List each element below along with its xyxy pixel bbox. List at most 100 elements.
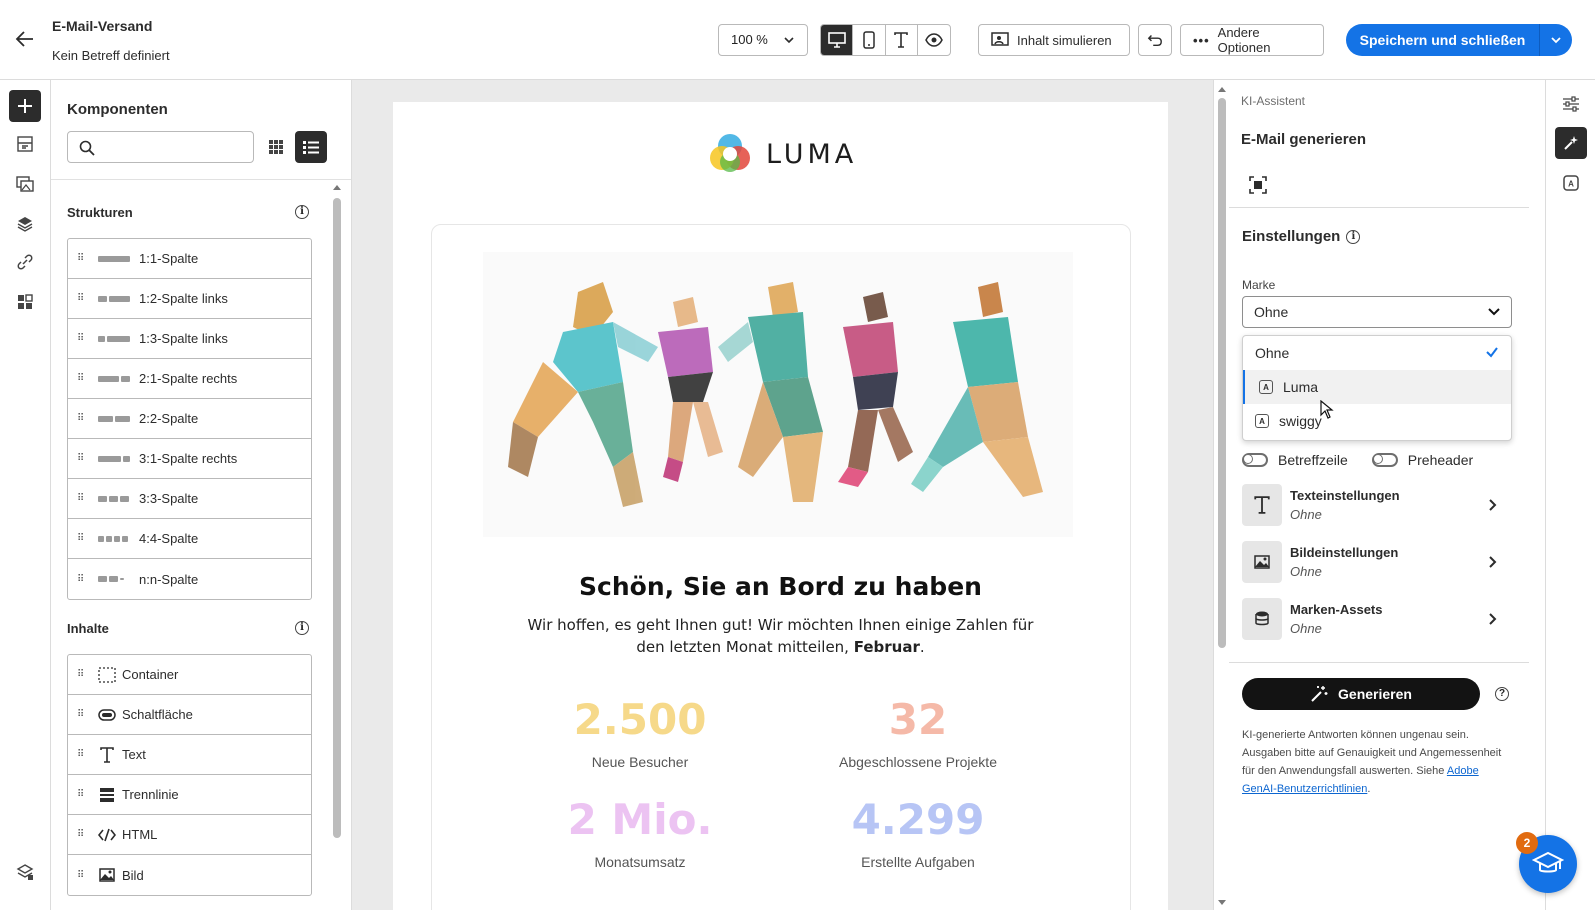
brand-icon: A <box>1255 414 1269 428</box>
undo-button[interactable] <box>1138 24 1172 56</box>
images-icon <box>16 176 34 192</box>
brand-select[interactable]: Ohne <box>1242 296 1512 328</box>
column-layout-icon <box>98 412 134 426</box>
structure-item[interactable]: ⠿ 2:2-Spalte <box>68 399 311 439</box>
save-options-dropdown[interactable] <box>1540 24 1572 56</box>
links-button[interactable] <box>9 246 41 278</box>
mobile-icon <box>863 31 875 49</box>
info-icon[interactable]: i <box>295 205 309 219</box>
scroll-up-icon <box>333 185 341 190</box>
settings-title: Einstellungen <box>1242 228 1341 245</box>
assets-button[interactable] <box>9 168 41 200</box>
ai-disclaimer: KI-generierte Antworten können ungenau s… <box>1242 726 1512 798</box>
structure-item[interactable]: ⠿ 2:1-Spalte rechts <box>68 359 311 399</box>
structure-item[interactable]: ⠿ 3:3-Spalte <box>68 479 311 519</box>
desktop-view-button[interactable] <box>821 25 854 55</box>
brand-assets-row[interactable]: Marken-Assets Ohne <box>1242 598 1512 640</box>
mobile-view-button[interactable] <box>853 25 886 55</box>
structure-label: 3:1-Spalte rechts <box>139 451 238 466</box>
content-item[interactable]: ⠿ Text <box>68 735 311 775</box>
divider-icon <box>98 787 116 803</box>
content-label: Text <box>122 747 146 762</box>
structure-label: 2:1-Spalte rechts <box>139 371 238 386</box>
text-icon <box>894 32 908 48</box>
simulate-content-button[interactable]: Inhalt simulieren <box>978 24 1130 56</box>
toggle-switch[interactable] <box>1242 453 1268 467</box>
structure-item[interactable]: ⠿ 4:4-Spalte <box>68 519 311 559</box>
layers-settings-icon <box>16 864 34 880</box>
structure-label: 4:4-Spalte <box>139 531 199 546</box>
save-close-button[interactable]: Speichern und schließen <box>1346 24 1540 56</box>
content-item[interactable]: ⠿ Schaltfläche <box>68 695 311 735</box>
content-label: Bild <box>122 867 144 883</box>
structure-item[interactable]: ⠿ n:n-Spalte <box>68 559 311 599</box>
mouse-cursor-icon <box>1320 400 1334 419</box>
magic-wand-icon <box>1564 136 1578 150</box>
preheader-toggle[interactable]: Preheader <box>1371 452 1473 468</box>
canvas-scrollbar[interactable] <box>1213 80 1229 910</box>
grid-view-toggle[interactable] <box>260 131 292 163</box>
list-view-toggle[interactable] <box>295 131 327 163</box>
ai-assistant-button[interactable] <box>1555 127 1587 159</box>
layers-button[interactable] <box>9 208 41 240</box>
row-value: Ohne <box>1290 507 1322 522</box>
magic-wand-icon <box>1311 686 1328 702</box>
subject-line-toggle[interactable]: Betreffzeile <box>1242 452 1348 468</box>
text-icon <box>1242 484 1282 526</box>
scroll-thumb[interactable] <box>1218 98 1226 648</box>
text-settings-row[interactable]: Texteinstellungen Ohne <box>1242 484 1512 526</box>
brand-option-luma[interactable]: A Luma <box>1243 370 1511 404</box>
left-tool-rail <box>0 80 51 910</box>
preview-button[interactable] <box>918 25 950 55</box>
structure-item[interactable]: ⠿ 3:1-Spalte rechts <box>68 439 311 479</box>
stat-label: Monatsumsatz <box>594 854 686 870</box>
bottom-rail-button[interactable] <box>9 856 41 888</box>
zoom-select[interactable]: 100 % <box>718 24 808 56</box>
row-value: Ohne <box>1290 621 1322 636</box>
back-arrow-icon[interactable] <box>14 28 36 50</box>
structure-item[interactable]: ⠿ 1:3-Spalte links <box>68 319 311 359</box>
column-layout-icon <box>98 452 134 466</box>
blocks-button[interactable] <box>9 286 41 318</box>
subject-status: Kein Betreff definiert <box>52 48 170 63</box>
components-search-input[interactable] <box>67 131 254 163</box>
checkmark-icon <box>1486 347 1498 358</box>
content-item[interactable]: ⠿ HTML <box>68 815 311 855</box>
brand-option-ohne[interactable]: Ohne <box>1243 336 1511 370</box>
divider <box>1229 207 1529 208</box>
chevron-right-icon <box>1489 499 1497 511</box>
image-settings-row[interactable]: Bildeinstellungen Ohne <box>1242 541 1512 583</box>
brand-dropdown-menu: Ohne A Luma A swiggy <box>1242 335 1512 441</box>
option-label: Ohne <box>1255 345 1290 361</box>
content-item[interactable]: ⠿ Container <box>68 655 311 695</box>
info-icon[interactable]: i <box>1346 229 1361 244</box>
graduation-cap-icon <box>1532 851 1564 873</box>
components-scrollbar[interactable] <box>330 180 344 910</box>
chevron-down-icon <box>1551 37 1561 44</box>
brand-option-swiggy[interactable]: A swiggy <box>1243 404 1511 438</box>
column-layout-icon <box>98 332 134 346</box>
drag-handle-icon: ⠿ <box>77 253 84 264</box>
fullscreen-button[interactable] <box>1249 176 1267 197</box>
email-body-text: Wir hoffen, es geht Ihnen gut! Wir möcht… <box>523 614 1038 658</box>
fragments-button[interactable] <box>9 128 41 160</box>
more-options-button[interactable]: ••• Andere Optionen <box>1180 24 1324 56</box>
add-components-button[interactable] <box>9 90 41 122</box>
save-close-button-group: Speichern und schließen <box>1346 24 1572 56</box>
chevron-right-icon <box>1489 556 1497 568</box>
toggle-switch[interactable] <box>1371 453 1398 467</box>
scroll-thumb[interactable] <box>333 198 341 838</box>
divider <box>1229 662 1529 663</box>
structure-item[interactable]: ⠿ 1:2-Spalte links <box>68 279 311 319</box>
structure-item[interactable]: ⠿ 1:1-Spalte <box>68 239 311 279</box>
properties-button[interactable] <box>1555 88 1587 120</box>
generate-button[interactable]: Generieren <box>1242 678 1480 710</box>
content-item[interactable]: ⠿ Bild <box>68 855 311 895</box>
help-icon[interactable]: ? <box>1495 687 1509 701</box>
brand-button[interactable]: A <box>1555 167 1587 199</box>
info-icon[interactable]: i <box>295 621 309 635</box>
email-preview[interactable]: LUMA Schön, Sie an Bord zu haben Wir hof… <box>393 102 1168 910</box>
content-item[interactable]: ⠿ Trennlinie <box>68 775 311 815</box>
text-view-button[interactable] <box>886 25 918 55</box>
chevron-down-icon <box>784 37 794 44</box>
